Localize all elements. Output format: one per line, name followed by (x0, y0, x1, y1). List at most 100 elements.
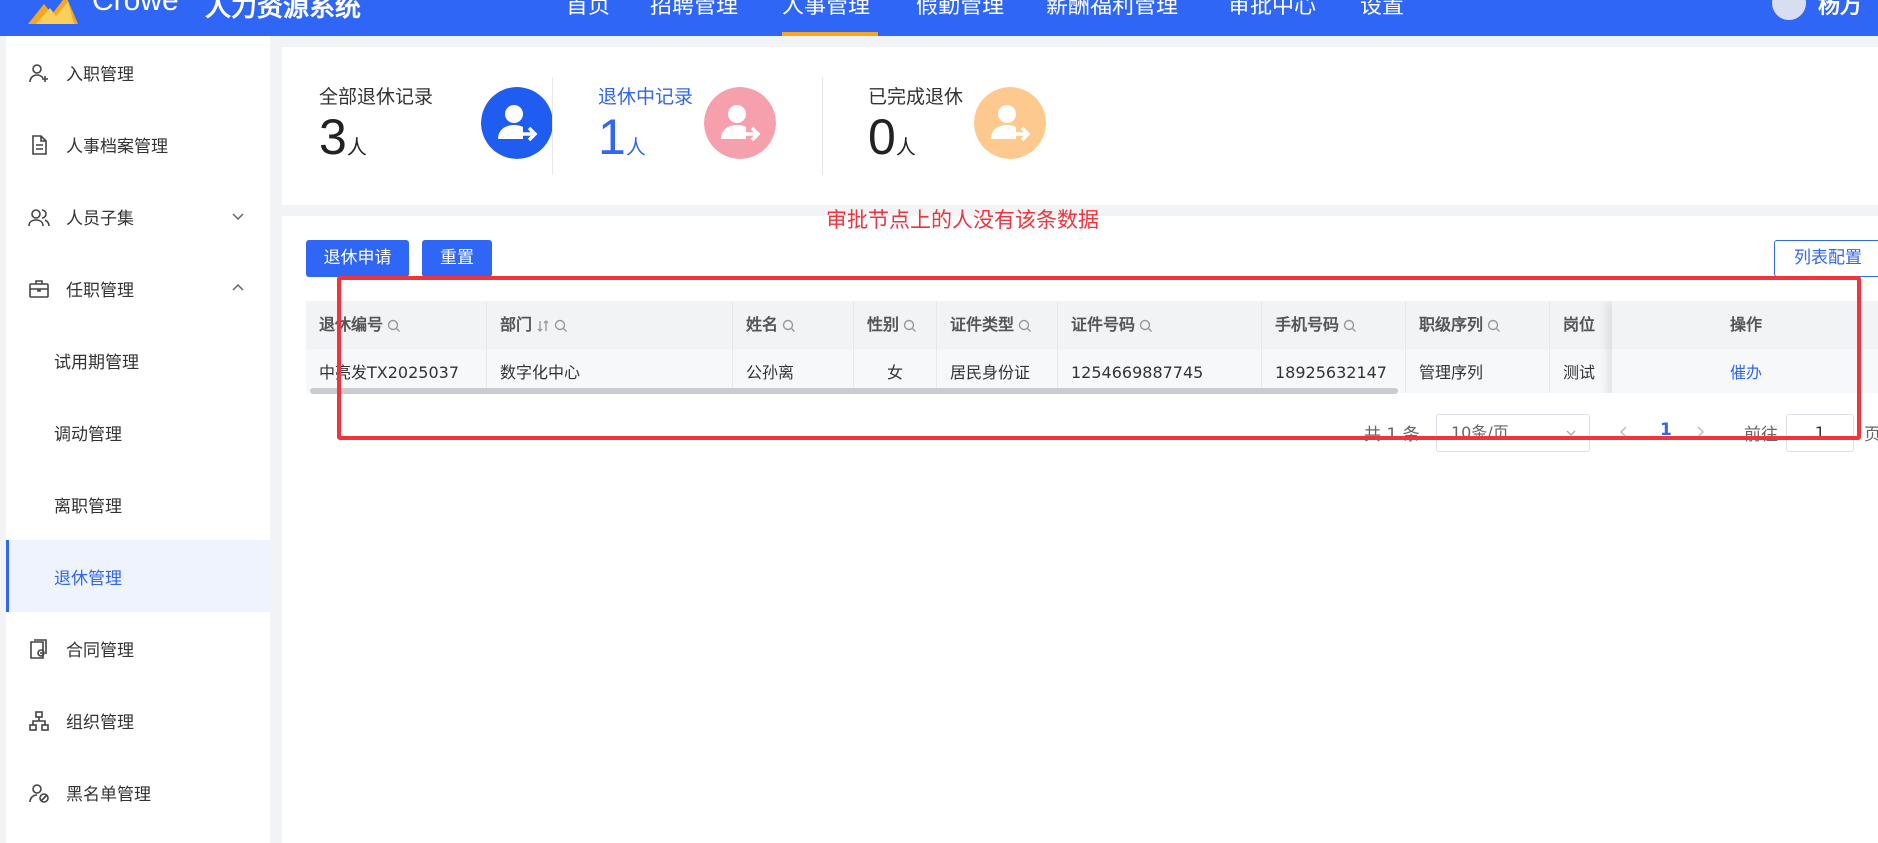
column-header-retirement-no[interactable]: 退休编号 (306, 301, 487, 349)
user-avatar[interactable] (1772, 0, 1806, 20)
column-header-phone[interactable]: 手机号码 (1262, 301, 1406, 349)
cell-phone: 18925632147 (1262, 349, 1406, 393)
urge-link[interactable]: 催办 (1612, 349, 1878, 393)
pagination-total: 共 1 条 (1364, 425, 1420, 445)
sort-icon[interactable] (536, 319, 550, 333)
sidebar-item-organization[interactable]: 组织管理 (6, 684, 270, 756)
goto-page-input[interactable]: 1 (1786, 414, 1854, 452)
briefcase-icon (29, 280, 49, 298)
contract-icon (30, 639, 47, 659)
users-icon (28, 209, 50, 227)
search-icon[interactable] (782, 319, 796, 333)
nav-approval-center[interactable]: 审批中心 (1228, 0, 1316, 20)
stat-divider (552, 77, 553, 175)
action-column: 操作 催办 (1612, 301, 1878, 393)
sidebar-item-label: 黑名单管理 (66, 785, 151, 805)
column-header-department[interactable]: 部门 (487, 301, 733, 349)
sidebar-item-appointment[interactable]: 任职管理 (6, 252, 270, 324)
chevron-up-icon (232, 283, 244, 291)
top-navigation-bar: Crowe 人力资源系统 首页 招聘管理 人事管理 假勤管理 薪酬福利管理 审批… (0, 0, 1878, 36)
sidebar-item-probation[interactable]: 试用期管理 (6, 324, 270, 396)
sidebar-item-label: 调动管理 (54, 425, 122, 445)
sidebar-item-label: 人事档案管理 (66, 137, 168, 157)
search-icon[interactable] (903, 319, 917, 333)
stat-in-progress[interactable]: 退休中记录 1人 (598, 47, 838, 205)
nav-personnel[interactable]: 人事管理 (782, 0, 870, 20)
sidebar-item-label: 退休管理 (54, 569, 122, 589)
nav-active-indicator (782, 32, 878, 36)
retirement-stats-card: 全部退休记录 3人 退休中记录 1人 已完成退休 0人 (282, 47, 1878, 205)
column-header-id-number[interactable]: 证件号码 (1058, 301, 1262, 349)
goto-unit: 页 (1864, 425, 1878, 445)
prev-page-icon[interactable] (1618, 422, 1630, 442)
goto-label: 前往 (1744, 425, 1778, 445)
nav-recruitment[interactable]: 招聘管理 (650, 0, 738, 20)
sidebar-item-label: 组织管理 (66, 713, 134, 733)
search-icon[interactable] (1487, 319, 1501, 333)
stat-divider (822, 77, 823, 175)
retirement-table: 退休编号 部门 姓名 性别 证件类型 证件号码 手机号码 职级序列 岗位 中亮发… (306, 301, 1878, 393)
column-header-name[interactable]: 姓名 (733, 301, 854, 349)
sidebar-item-label: 入职管理 (66, 65, 134, 85)
user-export-icon (481, 87, 553, 159)
user-add-icon (29, 64, 48, 83)
sidebar-item-label: 人员子集 (66, 209, 134, 229)
cell-rank-series: 管理序列 (1406, 349, 1550, 393)
stat-value: 0人 (868, 109, 916, 165)
column-header-rank-series[interactable]: 职级序列 (1406, 301, 1550, 349)
stat-value: 1人 (598, 109, 646, 165)
sidebar-item-label: 合同管理 (66, 641, 134, 661)
sidebar-item-contract[interactable]: 合同管理 (6, 612, 270, 684)
stat-all-records[interactable]: 全部退休记录 3人 (319, 47, 559, 205)
stat-value: 3人 (319, 109, 367, 165)
reset-button[interactable]: 重置 (422, 240, 492, 277)
retirement-apply-button[interactable]: 退休申请 (306, 240, 409, 277)
column-header-gender[interactable]: 性别 (854, 301, 937, 349)
brand-name: Crowe (92, 0, 179, 17)
sidebar-item-personnel-subset[interactable]: 人员子集 (6, 180, 270, 252)
sidebar-item-retirement[interactable]: 退休管理 (6, 540, 270, 612)
search-icon[interactable] (1018, 319, 1032, 333)
sidebar-item-onboarding[interactable]: 入职管理 (6, 36, 270, 108)
sidebar-item-label: 任职管理 (66, 281, 134, 301)
nav-attendance[interactable]: 假勤管理 (916, 0, 1004, 20)
stat-label: 全部退休记录 (319, 86, 434, 108)
page-size-select[interactable]: 10条/页 (1436, 414, 1590, 452)
horizontal-scrollbar[interactable] (310, 388, 1398, 394)
chevron-down-icon (232, 213, 244, 221)
list-config-button[interactable]: 列表配置 (1774, 240, 1878, 277)
retirement-list-card: 退休申请 重置 列表配置 退休编号 部门 姓名 性别 证件类型 证件号码 手机号… (282, 216, 1878, 843)
sidebar-item-resignation[interactable]: 离职管理 (6, 468, 270, 540)
column-header-action: 操作 (1729, 315, 1762, 334)
next-page-icon[interactable] (1694, 422, 1706, 442)
user-export-icon (974, 87, 1046, 159)
column-header-id-type[interactable]: 证件类型 (937, 301, 1058, 349)
cell-id-number: 1254669887745 (1058, 349, 1262, 393)
stat-label: 退休中记录 (598, 86, 694, 108)
user-name[interactable]: 杨万 (1818, 0, 1862, 20)
chevron-down-icon (1566, 430, 1576, 436)
cell-retirement-no: 中亮发TX2025037 (306, 349, 487, 393)
search-icon[interactable] (387, 319, 401, 333)
stat-label: 已完成退休 (868, 86, 964, 108)
nav-home[interactable]: 首页 (566, 0, 610, 20)
sidebar-item-blacklist[interactable]: 黑名单管理 (6, 756, 270, 828)
search-icon[interactable] (1139, 319, 1153, 333)
search-icon[interactable] (1343, 319, 1357, 333)
search-icon[interactable] (554, 319, 568, 333)
user-block-icon (29, 784, 49, 803)
org-chart-icon (29, 711, 49, 731)
sidebar-item-label: 试用期管理 (54, 353, 139, 373)
annotation-note: 审批节点上的人没有该条数据 (826, 208, 1099, 232)
cell-id-type: 居民身份证 (937, 349, 1058, 393)
sidebar-item-transfer[interactable]: 调动管理 (6, 396, 270, 468)
crowe-logo-icon (28, 0, 78, 24)
app-title: 人力资源系统 (205, 0, 362, 23)
cell-gender: 女 (854, 349, 937, 393)
nav-payroll[interactable]: 薪酬福利管理 (1046, 0, 1178, 20)
stat-completed[interactable]: 已完成退休 0人 (868, 47, 1108, 205)
document-icon (32, 135, 47, 155)
current-page[interactable]: 1 (1660, 420, 1672, 440)
nav-settings[interactable]: 设置 (1360, 0, 1404, 20)
sidebar-item-personnel-files[interactable]: 人事档案管理 (6, 108, 270, 180)
